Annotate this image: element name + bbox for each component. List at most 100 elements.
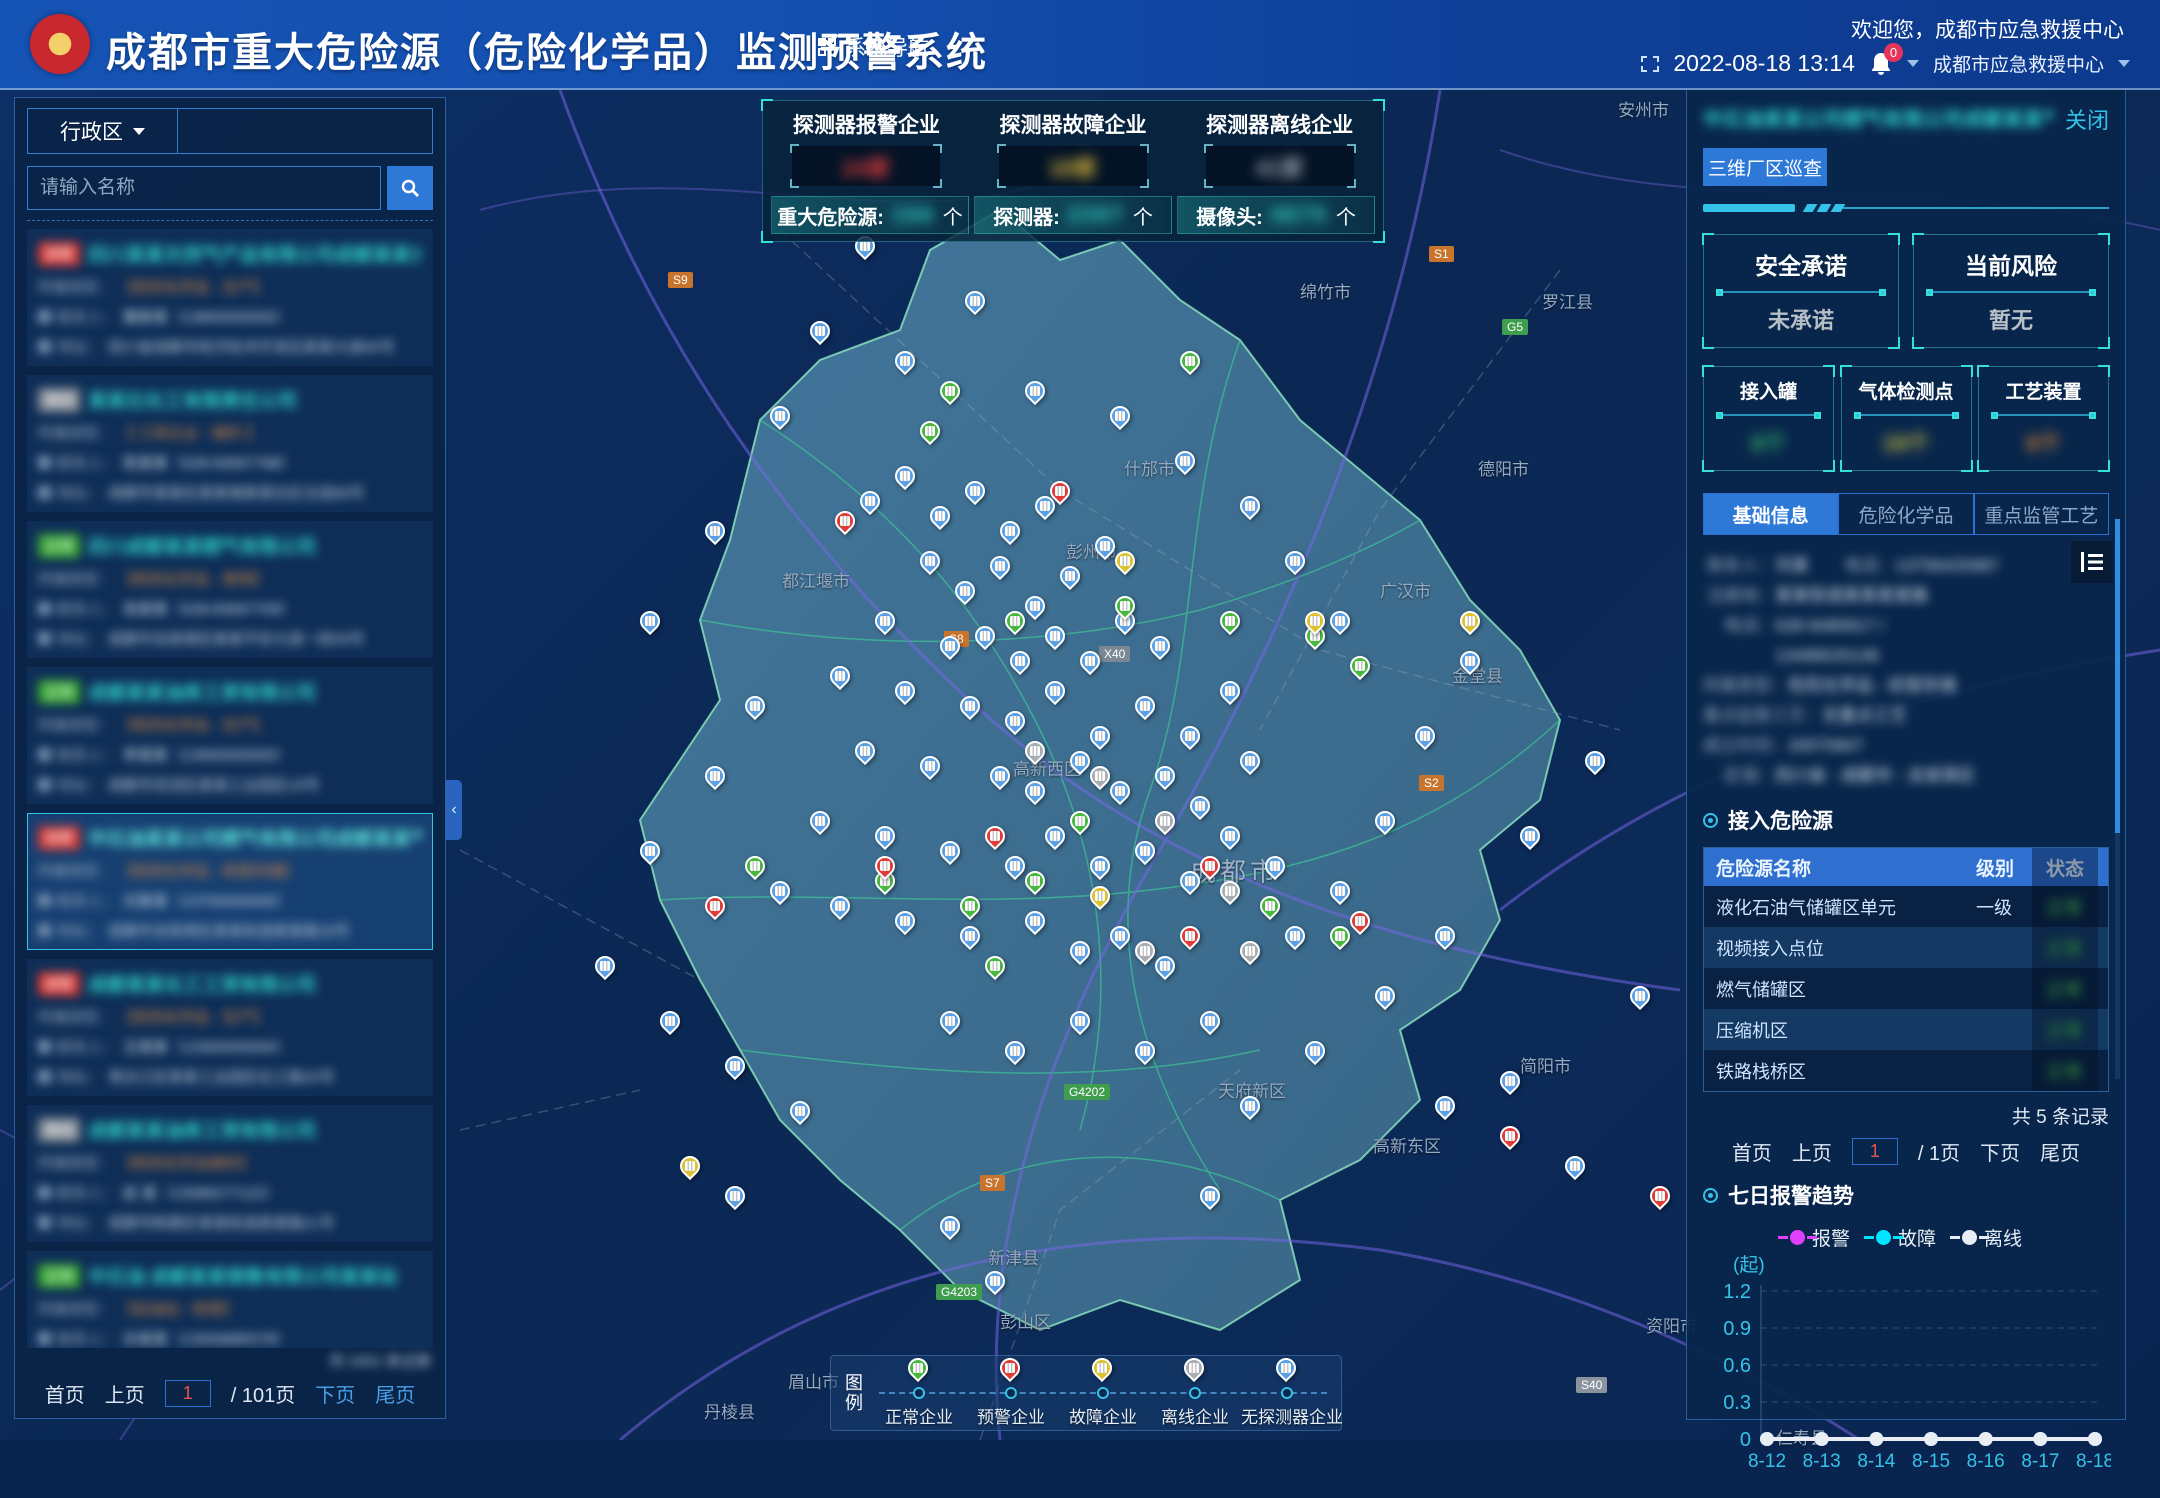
hazard-name: 液化石油气储罐区单元: [1704, 894, 1976, 920]
expand-panel-button[interactable]: [2071, 541, 2113, 583]
table-row[interactable]: 液化石油气储罐区单元一级正常: [1704, 886, 2108, 927]
hz-page-next-button[interactable]: 下页: [1980, 1137, 2020, 1166]
svg-text:8-18: 8-18: [2076, 1451, 2111, 1472]
equipment-counts-row: 接入罐8个气体检测点19个工艺装置6个: [1703, 366, 2109, 471]
legend-pin-icon: [1276, 1358, 1298, 1380]
detail-company-title: 中石油某某公司燃气有限公司成都某某气储配库: [1703, 103, 2053, 132]
legend-pin-icon: [908, 1358, 930, 1380]
district-select[interactable]: 行政区: [28, 109, 178, 153]
info-row: 注册地：某某街道某某某某路电话：028-8480817 / 1349852513…: [1703, 581, 2109, 671]
company-contact-line: 联系人：魏某某（13800000000）: [38, 306, 422, 327]
company-name: 成都某某油库工贸有限公司: [88, 678, 316, 705]
page-first-button[interactable]: 首页: [45, 1379, 85, 1408]
equipment-count-value: 19个: [1842, 416, 1971, 470]
hazard-status: 正常: [2046, 894, 2108, 920]
page-prev-button[interactable]: 上页: [105, 1379, 145, 1408]
hz-page-prev-button[interactable]: 上页: [1792, 1137, 1832, 1166]
person-icon: [38, 456, 51, 469]
counter-unit: 个: [1336, 201, 1356, 230]
info-value: 13756425987: [1895, 551, 1999, 581]
trend-legend: 报警故障离线: [1703, 1224, 2109, 1251]
page-last-button[interactable]: 尾页: [375, 1379, 415, 1408]
hazard-status: 正常: [2046, 1058, 2108, 1084]
company-type-line: 所属类型：【危险化学品 - 使用】: [38, 568, 422, 589]
counter-box: 重大危险源:166个: [771, 196, 969, 234]
hz-page-last-button[interactable]: 尾页: [2040, 1137, 2080, 1166]
current-risk-box: 当前风险 暂无: [1913, 234, 2109, 348]
hazard-status: 正常: [2046, 1017, 2108, 1043]
table-row[interactable]: 压缩机区正常: [1704, 1009, 2108, 1050]
table-row[interactable]: 视频接入点位正常: [1704, 927, 2108, 968]
trend-legend-item[interactable]: 报警: [1790, 1224, 1850, 1251]
company-card[interactable]: 正常成都某某油库工贸有限公司所属类型：【危险化学品 - 生产】联系人：李某某（1…: [27, 667, 433, 804]
legend-item-label: 预警企业: [965, 1403, 1057, 1428]
notification-bell-icon[interactable]: 0: [1869, 51, 1893, 77]
table-row[interactable]: 铁路栈桥区正常: [1704, 1050, 2108, 1091]
stat-value-box: 18家: [999, 146, 1147, 186]
counter-label: 探测器:: [993, 201, 1060, 230]
close-panel-button[interactable]: 关闭: [2065, 103, 2109, 135]
company-address-line: 地址：四川省成都市经济技术开发区某某大道66号: [38, 336, 422, 357]
decor-divider: [1703, 204, 2109, 214]
search-icon: [400, 178, 420, 198]
hazard-status: 正常: [2046, 976, 2108, 1002]
tab-基础信息[interactable]: 基础信息: [1703, 493, 1838, 535]
legend-title: 图例: [845, 1373, 863, 1413]
company-card[interactable]: 报警成都某某化工工贸有限公司所属类型：【危险化学品 - 生产】联系人：王某某（1…: [27, 959, 433, 1096]
status-badge: 报警: [38, 242, 80, 266]
info-row: 成立时间：20070907: [1703, 731, 2109, 761]
detail-tabs: 基础信息危险化学品重点监管工艺: [1703, 493, 2109, 535]
district-value-area[interactable]: [178, 109, 432, 153]
company-card[interactable]: 报警四川某某天然气产品有限公司成都某某分公司所属类型：【危险化学品 - 生产】联…: [27, 229, 433, 366]
fullscreen-icon[interactable]: [1641, 56, 1659, 72]
company-card[interactable]: 离线成都某某油库工贸有限公司所属类型：【危险化学品储存】联系人：赵 某（1308…: [27, 1105, 433, 1242]
company-card[interactable]: 正常四川成都某某燃气有限公司所属类型：【危险化学品 - 使用】联系人：张某某（0…: [27, 521, 433, 658]
trend-legend-item[interactable]: 故障: [1876, 1224, 1936, 1251]
search-button[interactable]: [387, 166, 433, 210]
map-place-label: 安州市: [1618, 96, 1669, 121]
company-card[interactable]: 报警中石油某某公司燃气有限公司成都某某气储配库所属类型：【危险化学品 - 经营存…: [27, 813, 433, 950]
info-value: 20070907: [1788, 731, 1864, 761]
page-next-button[interactable]: 下页: [315, 1379, 355, 1408]
grid-nav-icon: [818, 38, 836, 56]
stats-top-row: 探测器报警企业24家 探测器故障企业 18家 探测器离线企业41家: [763, 101, 1383, 186]
company-card[interactable]: 正常中石油 成都某某销售有限公司某某站所属类型：【加油站 - 经营】联系人：孙某…: [27, 1251, 433, 1348]
status-badge: 正常: [38, 680, 80, 704]
map-place-label: 丹棱县: [704, 1398, 755, 1423]
system-nav-button[interactable]: 系统导航: [818, 32, 929, 62]
stat-group: 探测器报警企业24家: [792, 109, 940, 186]
panel-scrollbar[interactable]: [2115, 519, 2120, 1079]
info-row: 区域：四川省 - 成都市 - 龙泉驿区: [1703, 761, 2109, 791]
company-name: 四川成都某某燃气有限公司: [88, 532, 316, 559]
hz-page-number-input[interactable]: [1852, 1138, 1898, 1165]
company-sidebar: 行政区 报警四川某某天然气产品有限公司成都某某分公司所属类型：【危险化学品 - …: [14, 97, 446, 1419]
counter-unit: 个: [943, 201, 963, 230]
person-icon: [38, 894, 51, 907]
trend-legend-item[interactable]: 离线: [1962, 1224, 2022, 1251]
current-risk-value: 暂无: [1914, 293, 2108, 347]
company-name: 中石油某某公司燃气有限公司成都某某气储配库: [88, 824, 422, 851]
tab-重点监管工艺[interactable]: 重点监管工艺: [1974, 493, 2109, 535]
stat-label: 探测器故障企业: [999, 109, 1147, 139]
counter-value: 166: [892, 202, 935, 228]
stats-bottom-row: 重大危险源:166个探测器:2387个摄像头:4675个: [763, 186, 1383, 234]
company-type-line: 所属类型：【危险化学品 - 生产】: [38, 714, 422, 735]
series-dot-icon: [1962, 1230, 1977, 1245]
hz-page-first-button[interactable]: 首页: [1732, 1137, 1772, 1166]
user-menu[interactable]: 成都市应急救援中心: [1933, 50, 2104, 77]
info-value: 危险化学品 - 经营存储: [1788, 671, 1956, 701]
table-row[interactable]: 燃气储罐区正常: [1704, 968, 2108, 1009]
company-name: 成都某某油库工贸有限公司: [88, 1116, 316, 1143]
page-number-input[interactable]: [165, 1380, 211, 1407]
map-place-label: 彭山区: [1000, 1308, 1051, 1333]
patrol-3d-button[interactable]: 三维厂区巡查: [1703, 148, 1827, 186]
svg-text:0.9: 0.9: [1723, 1318, 1751, 1340]
status-badge: 离线: [38, 388, 80, 412]
hazard-total-records: 共 5 条记录: [1703, 1102, 2109, 1129]
tab-危险化学品[interactable]: 危险化学品: [1838, 493, 1973, 535]
company-card[interactable]: 离线某某石化工有限责任公司所属类型：【 工贸企业 - 储存 】联系人：陈某某（0…: [27, 375, 433, 512]
search-input[interactable]: [27, 166, 381, 210]
stat-group: 探测器离线企业41家: [1206, 109, 1354, 186]
stat-label: 探测器离线企业: [1206, 109, 1354, 139]
sidebar-collapse-handle[interactable]: ‹: [446, 780, 462, 840]
